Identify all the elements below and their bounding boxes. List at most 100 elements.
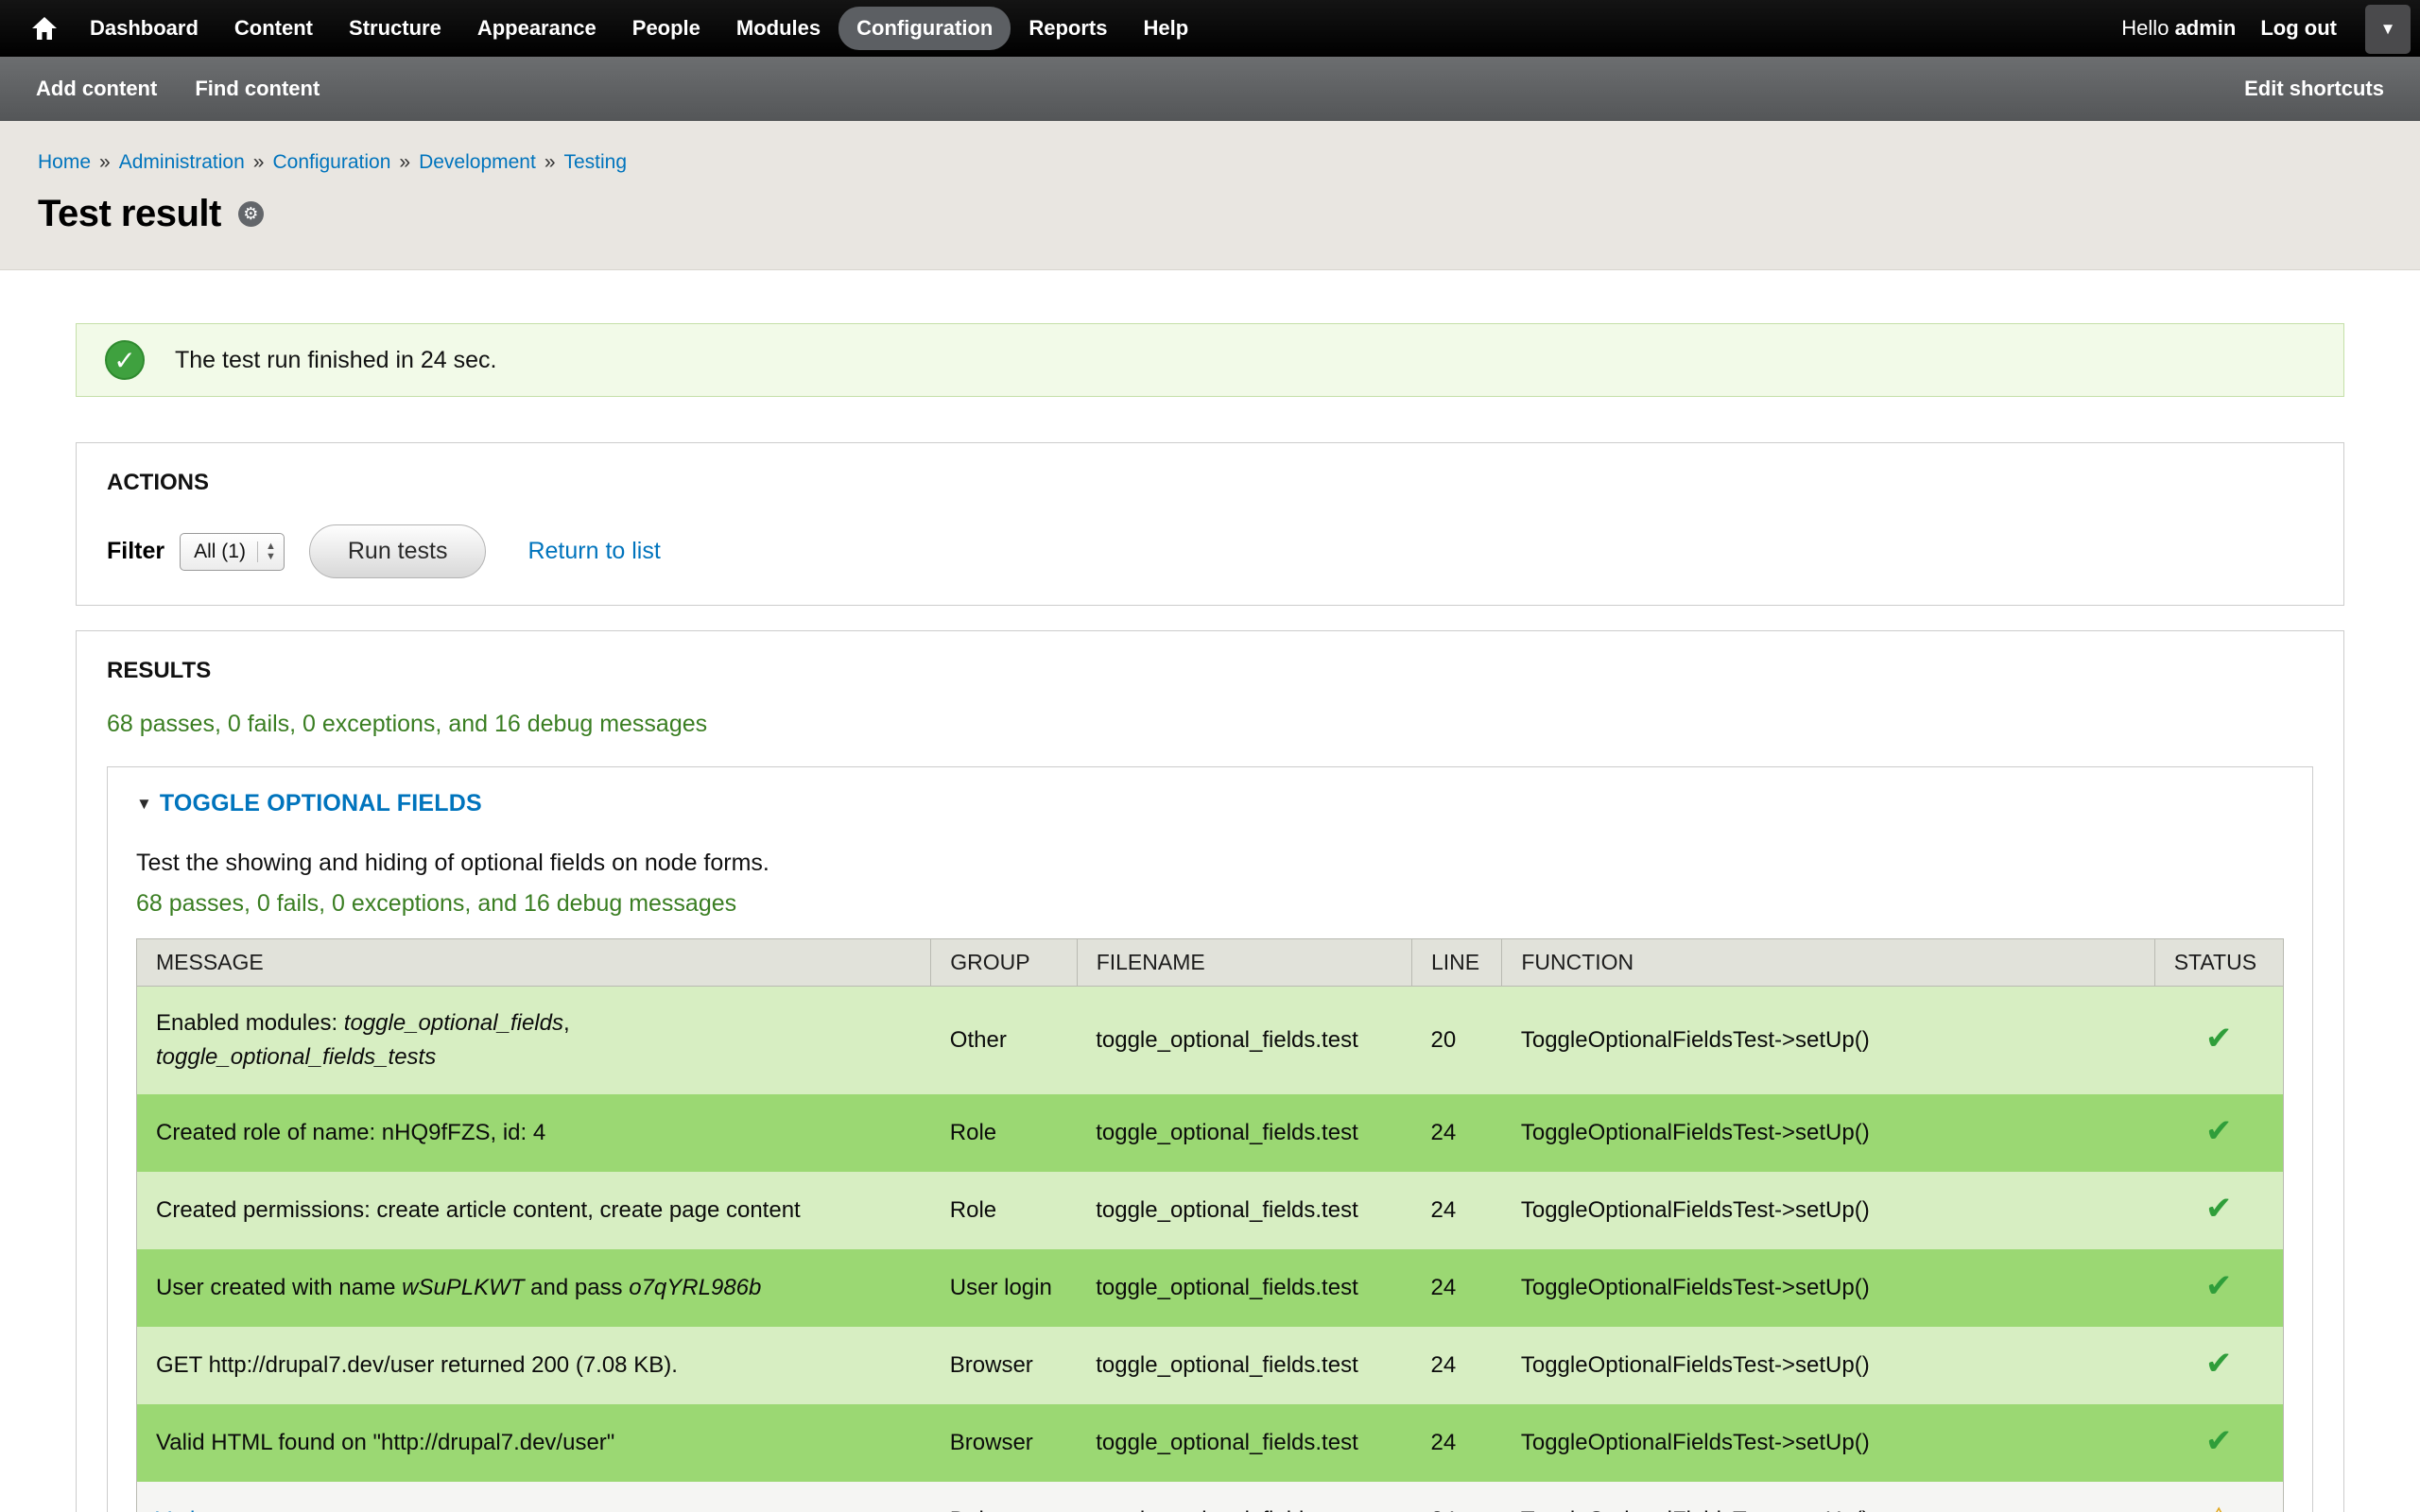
shortcut-add-content[interactable]: Add content	[36, 77, 157, 101]
cell-function: ToggleOptionalFieldsTest->setUp()	[1502, 1404, 2154, 1482]
breadcrumb-administration[interactable]: Administration	[119, 151, 245, 173]
results-fieldset: RESULTS 68 passes, 0 fails, 0 exceptions…	[76, 630, 2344, 1512]
test-group-title-link[interactable]: TOGGLE OPTIONAL FIELDS	[160, 790, 482, 817]
cell-filename: toggle_optional_fields.test	[1077, 1172, 1411, 1249]
table-row: Created permissions: create article cont…	[137, 1172, 2284, 1249]
breadcrumb-separator: »	[253, 151, 265, 173]
test-group-summary: 68 passes, 0 fails, 0 exceptions, and 16…	[136, 890, 2284, 918]
breadcrumb-separator: »	[399, 151, 410, 173]
breadcrumb-home[interactable]: Home	[38, 151, 91, 173]
admin-toolbar: Dashboard Content Structure Appearance P…	[0, 0, 2420, 57]
main-content: ✓ The test run finished in 24 sec. ACTIO…	[0, 270, 2420, 1512]
toolbar-item-modules[interactable]: Modules	[718, 7, 838, 50]
cell-group: Role	[931, 1172, 1077, 1249]
home-icon	[32, 17, 57, 40]
select-stepper-icon: ▲ ▼	[257, 541, 276, 562]
pass-check-icon: ✔	[2205, 1113, 2233, 1149]
table-row: Valid HTML found on "http://drupal7.dev/…	[137, 1404, 2284, 1482]
cell-line: 24	[1411, 1327, 1501, 1404]
test-group-description: Test the showing and hiding of optional …	[136, 850, 2284, 877]
breadcrumb-development[interactable]: Development	[419, 151, 536, 173]
toolbar-drawer-toggle[interactable]: ▼	[2365, 5, 2411, 54]
toolbar-item-configuration[interactable]: Configuration	[838, 7, 1011, 50]
table-row: Enabled modules: toggle_optional_fields,…	[137, 987, 2284, 1095]
run-tests-button[interactable]: Run tests	[309, 524, 487, 578]
breadcrumb-separator: »	[544, 151, 556, 173]
filter-select[interactable]: All (1) ▲ ▼	[180, 533, 285, 571]
table-row: Created role of name: nHQ9fFZS, id: 4 Ro…	[137, 1094, 2284, 1172]
home-button[interactable]	[17, 9, 72, 47]
shortcut-find-content[interactable]: Find content	[195, 77, 320, 101]
table-row: GET http://drupal7.dev/user returned 200…	[137, 1327, 2284, 1404]
shortcuts-bar: Add content Find content Edit shortcuts	[0, 57, 2420, 121]
cell-status: ⚠	[2154, 1482, 2283, 1512]
cell-status: ✔	[2154, 1249, 2283, 1327]
status-message: ✓ The test run finished in 24 sec.	[76, 323, 2344, 397]
return-to-list-link[interactable]: Return to list	[527, 538, 660, 565]
chevron-down-icon: ▼	[2380, 20, 2396, 39]
cell-filename: toggle_optional_fields.test	[1077, 1249, 1411, 1327]
pass-check-icon: ✔	[2205, 1191, 2233, 1227]
toolbar-item-help[interactable]: Help	[1125, 7, 1206, 50]
breadcrumb: Home » Administration » Configuration » Develo…	[38, 151, 2382, 174]
cell-line: 24	[1411, 1404, 1501, 1482]
cell-line: 24	[1411, 1172, 1501, 1249]
collapse-caret-icon: ▼	[136, 795, 152, 814]
cell-filename: toggle_optional_fields.test	[1077, 987, 1411, 1095]
col-header-line: LINE	[1411, 939, 1501, 987]
col-header-filename: FILENAME	[1077, 939, 1411, 987]
cell-function: ToggleOptionalFieldsTest->setUp()	[1502, 987, 2154, 1095]
toolbar-item-appearance[interactable]: Appearance	[459, 7, 614, 50]
cell-message: Created permissions: create article cont…	[137, 1172, 931, 1249]
results-summary: 68 passes, 0 fails, 0 exceptions, and 16…	[107, 711, 2313, 738]
col-header-message: MESSAGE	[137, 939, 931, 987]
cell-function: ToggleOptionalFieldsTest->setUp()	[1502, 1327, 2154, 1404]
pass-check-icon: ✔	[2205, 1346, 2233, 1382]
table-row: User created with name wSuPLKWT and pass…	[137, 1249, 2284, 1327]
username: admin	[2175, 16, 2237, 40]
cell-group: Other	[931, 987, 1077, 1095]
pass-check-icon: ✔	[2205, 1268, 2233, 1304]
cell-line: 24	[1411, 1249, 1501, 1327]
cell-message: Verbose message	[137, 1482, 931, 1512]
breadcrumb-testing[interactable]: Testing	[564, 151, 628, 173]
cell-group: Role	[931, 1094, 1077, 1172]
cell-function: ToggleOptionalFieldsTest->setUp()	[1502, 1094, 2154, 1172]
toolbar-item-people[interactable]: People	[614, 7, 718, 50]
cell-function: ToggleOptionalFieldsTest->setUp()	[1502, 1249, 2154, 1327]
cell-message: Valid HTML found on "http://drupal7.dev/…	[137, 1404, 931, 1482]
breadcrumb-separator: »	[99, 151, 111, 173]
toolbar-item-structure[interactable]: Structure	[331, 7, 459, 50]
test-group-fieldset: ▼ TOGGLE OPTIONAL FIELDS Test the showin…	[107, 766, 2313, 1512]
gear-glyph: ⚙	[243, 204, 258, 224]
greeting-prefix: Hello	[2121, 16, 2169, 40]
cell-line: 20	[1411, 987, 1501, 1095]
cell-message: GET http://drupal7.dev/user returned 200…	[137, 1327, 931, 1404]
logout-link[interactable]: Log out	[2260, 16, 2337, 41]
edit-shortcuts-link[interactable]: Edit shortcuts	[2244, 77, 2384, 101]
filter-label: Filter	[107, 538, 164, 565]
col-header-function: FUNCTION	[1502, 939, 2154, 987]
cell-message: Created role of name: nHQ9fFZS, id: 4	[137, 1094, 931, 1172]
col-header-status: STATUS	[2154, 939, 2283, 987]
verbose-message-link[interactable]: Verbose message	[156, 1507, 337, 1512]
toolbar-item-reports[interactable]: Reports	[1011, 7, 1125, 50]
cell-message: Enabled modules: toggle_optional_fields,…	[137, 987, 931, 1095]
toolbar-item-content[interactable]: Content	[216, 7, 331, 50]
breadcrumb-configuration[interactable]: Configuration	[272, 151, 390, 173]
cell-status: ✔	[2154, 1327, 2283, 1404]
cell-filename: toggle_optional_fields.test	[1077, 1327, 1411, 1404]
page-title: Test result	[38, 193, 221, 235]
cell-group: Browser	[931, 1404, 1077, 1482]
cell-filename: toggle_optional_fields.test	[1077, 1482, 1411, 1512]
status-message-text: The test run finished in 24 sec.	[175, 347, 496, 374]
gear-icon[interactable]: ⚙	[238, 201, 264, 227]
cell-filename: toggle_optional_fields.test	[1077, 1404, 1411, 1482]
cell-group: User login	[931, 1249, 1077, 1327]
success-check-icon: ✓	[105, 340, 145, 380]
toolbar-item-dashboard[interactable]: Dashboard	[72, 7, 216, 50]
page-header: Home » Administration » Configuration » Develo…	[0, 121, 2420, 270]
cell-line: 24	[1411, 1482, 1501, 1512]
cell-status: ✔	[2154, 1172, 2283, 1249]
col-header-group: GROUP	[931, 939, 1077, 987]
